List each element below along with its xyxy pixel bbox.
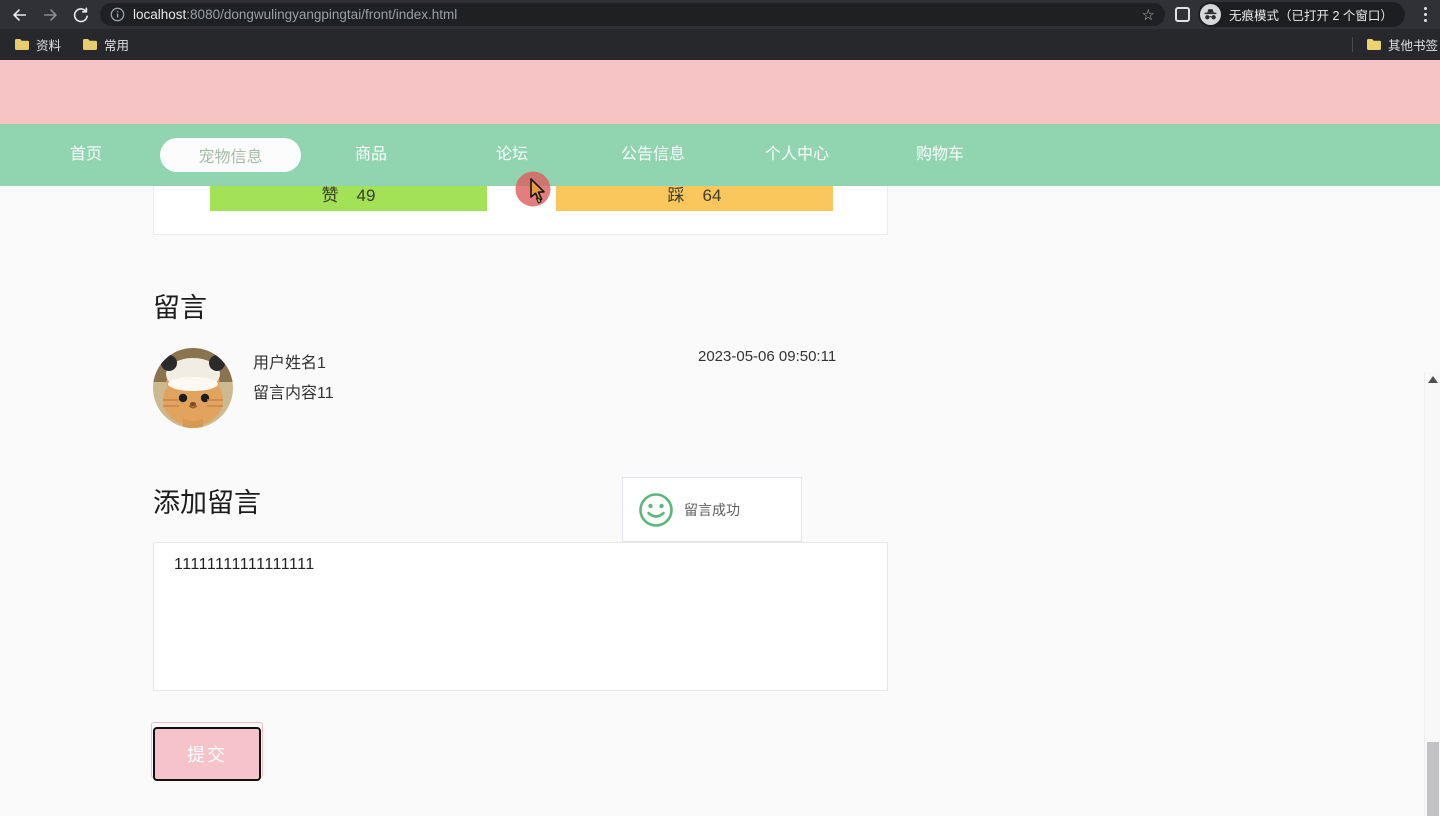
bookmark-item-changyong[interactable]: 常用: [82, 35, 129, 54]
nav-item-profile[interactable]: 个人中心: [765, 124, 829, 186]
back-button[interactable]: [8, 4, 30, 26]
page-content: 赞 49 踩 64 留言 用户姓名1 留言内容11 2023-05-06 09:…: [0, 171, 1440, 816]
incognito-badge: 无痕模式（已打开 2 个窗口）: [1198, 2, 1405, 27]
nav-item-cart[interactable]: 购物车: [916, 124, 964, 186]
comment-username: 用户姓名1: [253, 355, 326, 372]
nav-item-pets-active[interactable]: 宠物信息: [160, 138, 301, 172]
vote-card: 赞 49 踩 64: [153, 186, 888, 235]
bookmarks-bar: 资料 常用 其他书签: [0, 29, 1440, 60]
page-scrollbar[interactable]: [1424, 372, 1440, 816]
side-panel-icon[interactable]: [1175, 7, 1190, 22]
cat-avatar-image: [153, 348, 233, 428]
comments-title: 留言: [153, 293, 207, 323]
nav-item-forum[interactable]: 论坛: [496, 124, 528, 186]
back-icon: [13, 9, 27, 21]
main-nav: 首页 宠物信息 商品 论坛 公告信息 个人中心 购物车: [0, 124, 1440, 186]
refresh-button[interactable]: [70, 4, 92, 26]
bookmarks-divider: [1352, 37, 1353, 52]
nav-item-goods[interactable]: 商品: [355, 124, 387, 186]
site-header: 动物领养平台: [0, 60, 1440, 175]
info-icon[interactable]: [110, 7, 125, 22]
add-comment-title: 添加留言: [153, 488, 261, 518]
forward-button[interactable]: [40, 4, 62, 26]
success-toast: 留言成功: [622, 477, 802, 542]
refresh-icon: [73, 7, 88, 23]
folder-icon: [83, 39, 97, 50]
menu-dots-icon[interactable]: [1418, 5, 1432, 24]
bookmark-item-ziliao[interactable]: 资料: [14, 35, 61, 54]
nav-item-notice[interactable]: 公告信息: [621, 124, 685, 186]
scrollbar-up-icon[interactable]: [1428, 376, 1438, 383]
screen: localhost:8080/dongwulingyangpingtai/fro…: [0, 0, 1440, 816]
comment-avatar: [153, 348, 233, 428]
toast-message: 留言成功: [684, 501, 740, 518]
smiley-success-icon: [639, 492, 673, 527]
forward-icon: [43, 9, 57, 21]
submit-button[interactable]: 提交: [153, 727, 261, 781]
comment-textarea[interactable]: 11111111111111111: [153, 542, 888, 691]
comment-time: 2023-05-06 09:50:11: [698, 348, 837, 365]
other-bookmarks[interactable]: 其他书签: [1366, 35, 1438, 54]
url-text: localhost:8080/dongwulingyangpingtai/fro…: [133, 7, 458, 22]
folder-icon: [15, 39, 29, 50]
like-button[interactable]: 赞 49: [210, 186, 487, 211]
scrollbar-thumb[interactable]: [1427, 742, 1439, 816]
bookmark-star-icon[interactable]: ☆: [1142, 6, 1155, 24]
incognito-icon: [1200, 4, 1221, 25]
dislike-button[interactable]: 踩 64: [556, 186, 833, 211]
browser-toolbar: localhost:8080/dongwulingyangpingtai/fro…: [0, 0, 1440, 29]
incognito-label: 无痕模式（已打开 2 个窗口）: [1229, 9, 1393, 23]
address-bar[interactable]: localhost:8080/dongwulingyangpingtai/fro…: [100, 3, 1165, 26]
nav-item-home[interactable]: 首页: [70, 124, 102, 186]
folder-icon: [1367, 39, 1381, 50]
comment-content: 留言内容11: [253, 385, 334, 402]
